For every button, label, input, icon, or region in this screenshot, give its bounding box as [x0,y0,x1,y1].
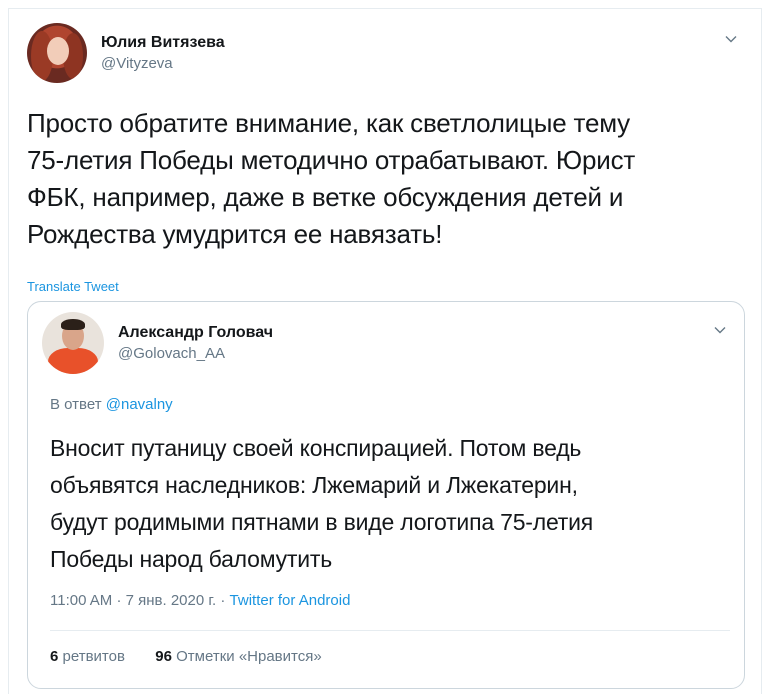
tweet-source-link[interactable]: Twitter for Android [230,592,351,609]
likes-label: Отметки «Нравится» [176,648,322,665]
retweets-label: ретвитов [62,648,125,665]
tweet-text-line: ФБК, например, даже в ветке обсуждения д… [27,182,624,212]
tweet-date[interactable]: 7 янв. 2020 г. [126,592,217,609]
quoted-text-line: Вносит путаницу своей конспирацией. Пото… [50,435,582,461]
quoted-tweet-author[interactable]: Александр Головач @Golovach_AA [42,312,273,374]
tweet-meta: 11:00 AM · 7 янв. 2020 г. · Twitter for … [50,592,350,609]
quoted-author-handle[interactable]: @Golovach_AA [118,344,273,364]
tweet-card: Юлия Витязева @Vityzeva Просто обратите … [8,8,762,694]
reply-prefix: В ответ [50,396,102,413]
quoted-author-display-name[interactable]: Александр Головач [118,322,273,344]
avatar[interactable] [27,23,87,83]
quoted-text-line: Победы народ баломутить [50,546,333,572]
author-handle[interactable]: @Vityzeva [101,54,225,74]
chevron-down-icon[interactable] [714,324,726,336]
meta-separator: · [220,592,226,609]
meta-separator: · [116,592,122,609]
tweet-stats: 6 ретвитов 96 Отметки «Нравится» [50,648,322,665]
tweet-time[interactable]: 11:00 AM [50,592,112,609]
avatar[interactable] [42,312,104,374]
tweet-text-line: 75-летия Победы методично отрабатывают. … [27,145,636,175]
tweet-text-line: Рождества умудрится ее навязать! [27,219,443,249]
quoted-text-line: объявятся наследников: Лжемарий и Лжекат… [50,472,578,498]
likes-count: 96 [155,648,172,665]
tweet-text: Просто обратите внимание, как светлолицы… [27,105,747,253]
divider [50,630,730,631]
reply-to: В ответ @navalny [50,396,173,413]
reply-handle-link[interactable]: @navalny [106,396,173,413]
quoted-tweet-text: Вносит путаницу своей конспирацией. Пото… [50,430,730,578]
likes-stat[interactable]: 96 Отметки «Нравится» [155,648,321,665]
quoted-tweet[interactable]: Александр Головач @Golovach_AA В ответ @… [27,301,745,689]
tweet-author[interactable]: Юлия Витязева @Vityzeva [27,23,225,83]
translate-tweet-link[interactable]: Translate Tweet [27,279,119,294]
retweets-count: 6 [50,648,59,665]
quoted-text-line: будут родимыми пятнами в виде логотипа 7… [50,509,594,535]
chevron-down-icon[interactable] [725,33,737,45]
retweets-stat[interactable]: 6 ретвитов [50,648,129,665]
tweet-text-line: Просто обратите внимание, как светлолицы… [27,108,630,138]
author-display-name[interactable]: Юлия Витязева [101,32,225,54]
